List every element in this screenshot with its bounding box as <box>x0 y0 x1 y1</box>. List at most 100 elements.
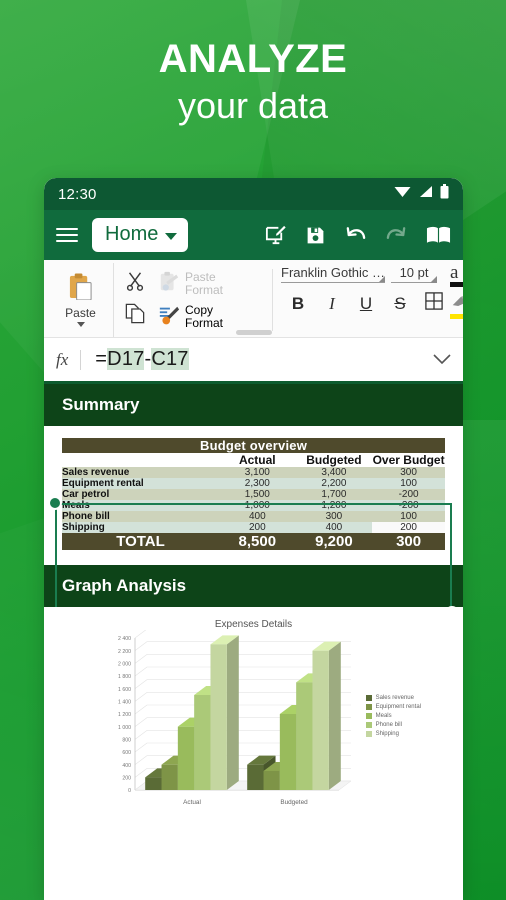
legend-label: Equipment rental <box>375 704 421 710</box>
table-row[interactable]: Phone bill 400 300 100 <box>62 511 445 522</box>
ribbon-font-group: Franklin Gothic … 10 pt B I U S a <box>277 260 463 337</box>
cell-total-over: 300 <box>372 533 445 550</box>
font-size-selector[interactable]: 10 pt <box>391 265 438 283</box>
svg-text:0: 0 <box>128 788 131 794</box>
table-row[interactable]: Equipment rental 2,300 2,200 100 <box>62 478 445 489</box>
wifi-icon <box>394 185 411 203</box>
paste-icon <box>68 273 93 305</box>
svg-text:Budgeted: Budgeted <box>280 799 308 806</box>
table-header-row: Actual Budgeted Over Budget <box>62 453 445 467</box>
cell-actual: 200 <box>219 522 296 533</box>
legend-item: Sales revenue <box>365 695 421 701</box>
cell-label: Sales revenue <box>62 467 220 478</box>
paste-label: Paste <box>65 306 96 320</box>
copy-format-label-line2: Format <box>185 315 224 330</box>
chart-title: Expenses Details <box>214 619 293 630</box>
text-style-row: B I U S <box>281 292 463 315</box>
svg-text:1 800: 1 800 <box>118 674 131 680</box>
signal-icon <box>418 185 433 203</box>
bold-button[interactable]: B <box>281 294 315 314</box>
cell-total-actual: 8,500 <box>219 533 296 550</box>
column-header-over-budget: Over Budget <box>372 453 445 467</box>
ribbon-clipboard-group: Paste Paste Format Copy Format <box>44 260 277 337</box>
undo-icon[interactable] <box>344 225 367 245</box>
formula-input[interactable]: =D17-C17 <box>81 348 189 371</box>
font-row: Franklin Gothic … 10 pt <box>281 265 463 283</box>
column-header-budgeted: Budgeted <box>306 453 362 467</box>
section-header-graph-analysis: Graph Analysis <box>44 565 463 607</box>
strikethrough-button[interactable]: S <box>383 294 417 314</box>
svg-text:1 200: 1 200 <box>118 712 131 718</box>
scissors-icon[interactable] <box>125 271 145 296</box>
table-row[interactable]: Meals 1,000 1,200 -200 <box>62 500 445 511</box>
legend-item: Meals <box>365 713 421 719</box>
legend-item: Equipment rental <box>365 704 421 710</box>
chevron-down-icon[interactable] <box>433 350 451 370</box>
italic-button[interactable]: I <box>315 294 349 314</box>
annotate-screen-icon[interactable] <box>264 224 287 247</box>
section-header-summary: Summary <box>44 384 463 426</box>
copy-icon[interactable] <box>125 303 145 329</box>
cell-budgeted: 1,700 <box>295 489 373 500</box>
paste-button[interactable]: Paste <box>50 263 114 337</box>
hamburger-icon[interactable] <box>56 228 78 242</box>
legend-swatch <box>365 704 372 710</box>
cell-budgeted: 300 <box>295 511 373 522</box>
svg-text:1 000: 1 000 <box>118 725 131 731</box>
cell-label: Shipping <box>62 522 220 533</box>
app-bar-actions <box>264 224 451 247</box>
table-row[interactable]: Car petrol 1,500 1,700 -200 <box>62 489 445 500</box>
svg-text:400: 400 <box>122 763 131 769</box>
table-row[interactable]: Sales revenue 3,100 3,400 300 <box>62 467 445 478</box>
font-color-button[interactable]: a <box>450 262 463 288</box>
font-family-dropdown-icon <box>378 276 386 282</box>
formula-ref-1: D17 <box>107 348 145 370</box>
legend-swatch <box>365 713 372 719</box>
table-row[interactable]: Shipping 200 400 200 <box>62 522 445 533</box>
font-size-value: 10 pt <box>399 265 429 280</box>
highlight-button[interactable] <box>450 294 463 320</box>
redo-icon[interactable] <box>385 225 408 245</box>
paste-format-button[interactable]: Paste Format <box>158 271 266 296</box>
table-total-row[interactable]: TOTAL 8,500 9,200 300 <box>62 533 445 550</box>
formula-bar: fx =D17-C17 <box>44 338 463 384</box>
ribbon-resize-handle[interactable] <box>235 330 272 335</box>
save-icon[interactable] <box>305 225 326 246</box>
fx-label: fx <box>56 349 82 370</box>
read-mode-icon[interactable] <box>426 225 451 245</box>
cell-actual: 3,100 <box>219 467 296 478</box>
cell-actual: 1,000 <box>219 500 296 511</box>
font-family-selector[interactable]: Franklin Gothic … <box>281 265 386 283</box>
copy-format-button[interactable]: Copy Format <box>158 304 266 329</box>
formula-ref-2: C17 <box>151 348 189 370</box>
promo-screenshot: ANALYZE your data 12:30 Home Paste Paste… <box>0 0 506 900</box>
legend-item: Shipping <box>365 731 421 737</box>
legend-label: Phone bill <box>375 722 402 728</box>
underline-button[interactable]: U <box>349 294 383 314</box>
column-header-actual: Actual <box>238 453 276 467</box>
highlighter-pen-icon <box>450 295 463 312</box>
cell-actual: 400 <box>219 511 296 522</box>
cell-total-label: TOTAL <box>62 533 220 550</box>
legend-swatch <box>365 722 372 728</box>
ribbon-toolbar: Paste Paste Format Copy Format Franklin … <box>44 260 463 338</box>
paste-format-label-line1: Paste <box>185 269 216 284</box>
ribbon-tab-label: Home <box>105 223 159 245</box>
ribbon-divider <box>272 269 273 331</box>
budget-table-title: Budget overview <box>62 438 445 453</box>
paste-dropdown-caret-icon[interactable] <box>76 322 85 327</box>
cell-budgeted: 400 <box>295 522 373 533</box>
cell-over-budget: -200 <box>372 500 445 511</box>
svg-text:2 400: 2 400 <box>118 636 131 642</box>
selection-handle-start[interactable] <box>48 496 62 510</box>
svg-text:2 200: 2 200 <box>118 649 131 655</box>
cell-budgeted: 2,200 <box>295 478 373 489</box>
table-title-row: Budget overview <box>62 438 445 453</box>
font-color-glyph: a <box>450 262 459 283</box>
spreadsheet-canvas[interactable]: Summary Budget overview Actual Budgeted … <box>44 384 463 823</box>
cell-actual: 2,300 <box>219 478 296 489</box>
ribbon-tab-home[interactable]: Home <box>92 218 189 252</box>
cell-budgeted: 1,200 <box>295 500 373 511</box>
chart-container[interactable]: Expenses Details 0 200 400 600 800 1 000 1 200… <box>44 607 463 823</box>
cell-over-budget: 100 <box>372 478 445 489</box>
